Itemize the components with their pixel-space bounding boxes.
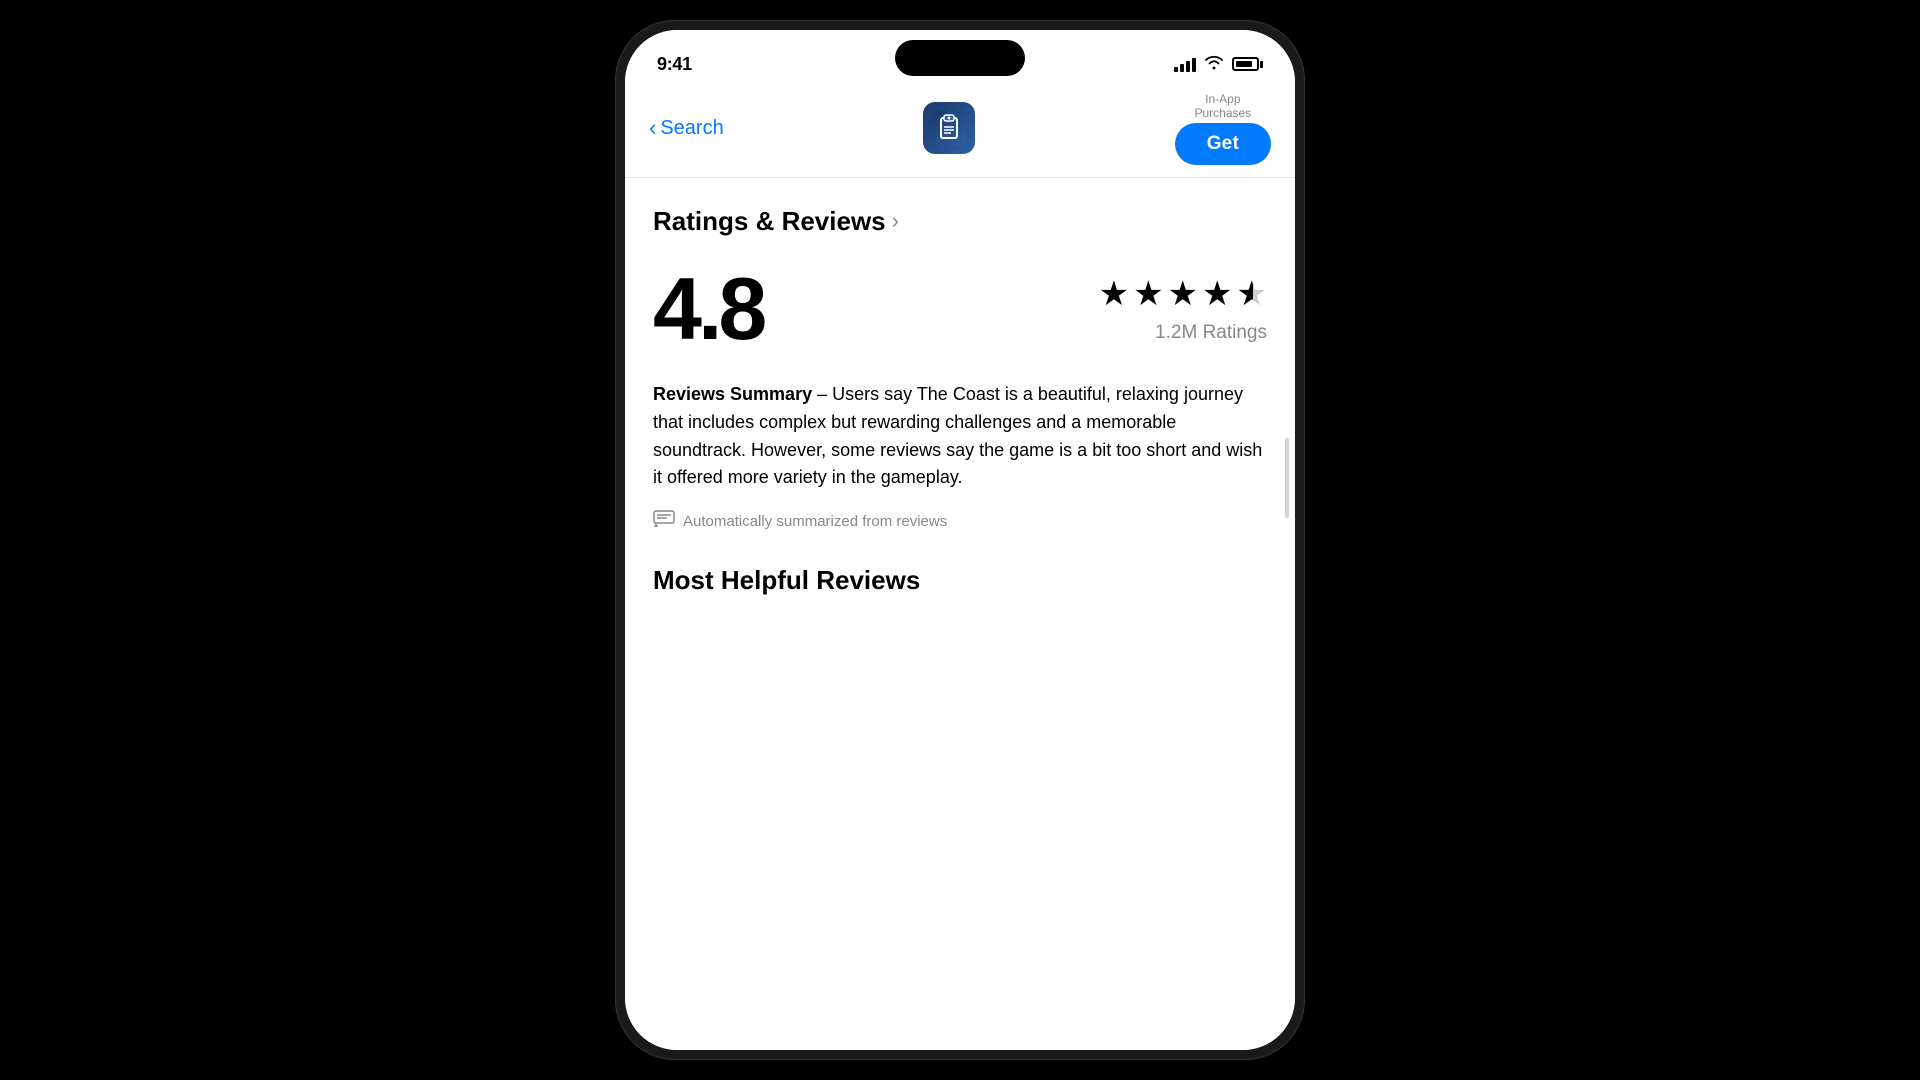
back-label: Search: [660, 117, 723, 140]
auto-summary-row: Automatically summarized from reviews: [653, 510, 1267, 533]
status-icons: [1174, 54, 1263, 75]
star-2: ★: [1133, 274, 1163, 314]
star-4: ★: [1202, 274, 1232, 314]
auto-summary-text: Automatically summarized from reviews: [683, 513, 947, 530]
back-button[interactable]: ‹ Search: [649, 117, 724, 140]
scroll-indicator: [1285, 438, 1289, 518]
ratings-title: Ratings & Reviews: [653, 206, 886, 237]
signal-icon: [1174, 56, 1196, 72]
signal-bar-4: [1192, 58, 1196, 72]
content-area: Ratings & Reviews › 4.8 ★ ★ ★ ★ ★ ★: [625, 178, 1295, 1050]
signal-bar-3: [1186, 61, 1190, 72]
app-icon: [923, 102, 975, 154]
star-3: ★: [1168, 274, 1198, 314]
phone-frame: 9:41: [615, 20, 1305, 1060]
app-icon-graphic: [931, 110, 967, 146]
get-button[interactable]: Get: [1175, 123, 1271, 165]
status-time: 9:41: [657, 54, 692, 75]
star-5-half: ★ ★: [1237, 274, 1267, 314]
status-bar: 9:41: [625, 30, 1295, 84]
phone-screen: 9:41: [625, 30, 1295, 1050]
signal-bar-1: [1174, 67, 1178, 72]
signal-bar-2: [1180, 64, 1184, 72]
stars-display: ★ ★ ★ ★ ★ ★: [1099, 274, 1267, 314]
rating-number: 4.8: [653, 265, 763, 353]
rating-score-row: 4.8 ★ ★ ★ ★ ★ ★ 1.2M Ratings: [653, 265, 1267, 353]
battery-icon: [1232, 57, 1263, 71]
star-1: ★: [1099, 274, 1129, 314]
in-app-label: In-App Purchases: [1194, 92, 1251, 121]
nav-bar: ‹ Search: [625, 84, 1295, 178]
ratings-count: 1.2M Ratings: [1155, 322, 1267, 344]
dynamic-island: [895, 40, 1025, 76]
most-helpful-title: Most Helpful Reviews: [653, 565, 1267, 596]
auto-summary-icon: [653, 510, 675, 533]
rating-right: ★ ★ ★ ★ ★ ★ 1.2M Ratings: [1099, 274, 1267, 344]
ratings-chevron-icon: ›: [892, 208, 899, 234]
ratings-reviews-header[interactable]: Ratings & Reviews ›: [653, 206, 1267, 237]
reviews-summary-label: Reviews Summary: [653, 384, 812, 404]
nav-right-section: In-App Purchases Get: [1175, 92, 1271, 165]
wifi-icon: [1204, 54, 1224, 75]
reviews-summary-text: Reviews Summary – Users say The Coast is…: [653, 381, 1267, 493]
back-chevron-icon: ‹: [649, 117, 656, 139]
